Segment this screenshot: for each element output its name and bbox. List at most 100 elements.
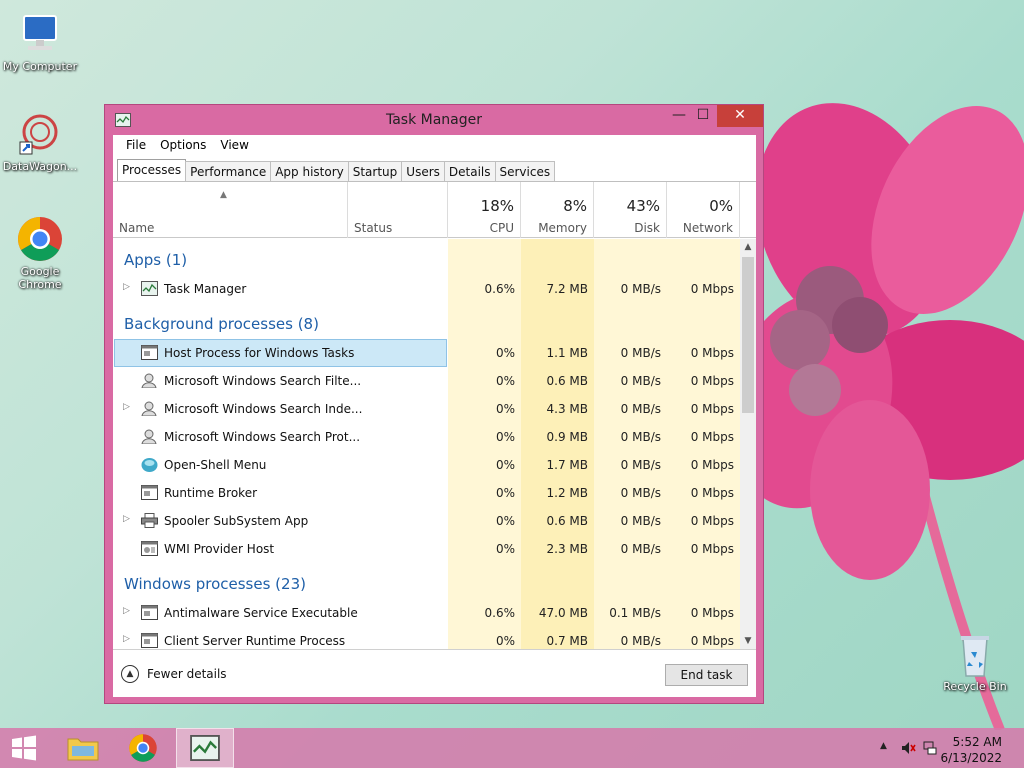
search-user-icon [141,429,158,445]
memory-value: 0.6 MB [546,514,588,528]
desktop-icon-datawagon[interactable]: DataWagon... [0,110,80,173]
disk-value: 0.1 MB/s [609,606,661,620]
column-status[interactable]: Status [348,182,448,238]
title-bar[interactable]: Task Manager — ☐ ✕ [105,105,763,135]
expand-chevron-icon[interactable]: ▷ [123,514,130,524]
network-icon[interactable] [922,740,938,756]
table-row[interactable]: 0% 0.9 MB 0 MB/s 0 Mbps Microsoft Windows Se… [113,423,740,451]
expand-chevron-icon[interactable]: ▷ [123,282,130,292]
network-value: 0 Mbps [690,486,734,500]
table-row[interactable]: 0% 0.7 MB 0 MB/s 0 Mbps ▷ Client Server Runti… [113,627,740,649]
desktop-icon-recycle-bin[interactable]: Recycle Bin [935,630,1015,693]
table-row[interactable]: 0% 4.3 MB 0 MB/s 0 Mbps ▷ Microsoft Windows S… [113,395,740,423]
tab-startup[interactable]: Startup [347,161,403,181]
cpu-value: 0% [495,458,515,472]
process-name: Spooler SubSystem App [164,514,309,528]
close-button[interactable]: ✕ [717,105,763,127]
disk-value: 0 MB/s [620,430,661,444]
network-value: 0 Mbps [690,430,734,444]
scroll-up-icon[interactable]: ▲ [740,239,756,255]
process-name: Runtime Broker [164,486,258,500]
cpu-cell [448,563,521,599]
chevron-up-icon[interactable]: ▲ [121,665,139,683]
table-row[interactable]: 0% 1.1 MB 0 MB/s 0 Mbps Host Process for Win… [113,339,740,367]
disk-cell [594,303,667,339]
cpu-cell: 0% [448,451,521,479]
start-button[interactable] [0,728,48,768]
process-name: Open-Shell Menu [164,458,267,472]
expand-chevron-icon[interactable]: ▷ [123,402,130,412]
network-cell: 0 Mbps [667,367,740,395]
cpu-value: 0% [495,634,515,648]
disk-cell: 0 MB/s [594,627,667,649]
column-memory[interactable]: 8% Memory [521,182,594,238]
expand-chevron-icon[interactable]: ▷ [123,606,130,616]
expand-chevron-icon[interactable]: ▷ [123,634,130,644]
group-header[interactable]: Apps (1) [113,239,740,275]
tab-processes[interactable]: Processes [117,159,187,181]
table-row[interactable]: 0.6% 7.2 MB 0 MB/s 0 Mbps ▷ Task Manager [113,275,740,303]
cpu-cell: 0% [448,535,521,563]
cpu-value: 0% [495,374,515,388]
cpu-cell: 0% [448,479,521,507]
column-network[interactable]: 0% Network [667,182,740,238]
cpu-cell: 0.6% [448,599,521,627]
scroll-thumb[interactable] [742,257,754,413]
process-name: Microsoft Windows Search Prot... [164,430,361,444]
table-row[interactable]: 0.6% 47.0 MB 0.1 MB/s 0 Mbps ▷ Antimalware Se… [113,599,740,627]
desktop-icon-label: DataWagon... [2,160,78,173]
disk-value: 0 MB/s [620,402,661,416]
computer-icon [16,10,64,58]
volume-muted-icon[interactable] [900,740,916,756]
table-row[interactable]: 0% 0.6 MB 0 MB/s 0 Mbps Microsoft Windows Se… [113,367,740,395]
table-row[interactable]: 0% 2.3 MB 0 MB/s 0 Mbps WMI Provider Host [113,535,740,563]
desktop-icon-my-computer[interactable]: My Computer [0,10,80,73]
taskbar-chrome[interactable] [114,728,172,768]
menu-file[interactable]: File [119,138,153,152]
cpu-cell: 0% [448,507,521,535]
task-manager-window[interactable]: Task Manager — ☐ ✕ File Options View Pro… [104,104,764,704]
clock[interactable]: 5:52 AM 6/13/2022 [940,734,1002,766]
chevron-up-icon[interactable]: ▲ [880,741,887,751]
table-row[interactable]: 0% 1.2 MB 0 MB/s 0 Mbps Runtime Broker [113,479,740,507]
network-cell [667,239,740,275]
group-header[interactable]: Windows processes (23) [113,563,740,599]
column-name[interactable]: Name [113,182,348,238]
table-row[interactable]: 0% 0.6 MB 0 MB/s 0 Mbps ▷ Spooler SubSystem A… [113,507,740,535]
network-cell [667,303,740,339]
group-header[interactable]: Background processes (8) [113,303,740,339]
column-status-label: Status [354,221,393,235]
process-list[interactable]: Apps (1) 0.6% 7.2 MB 0 MB/s 0 Mbps ▷ Task Mana… [113,239,740,649]
taskbar-file-explorer[interactable] [54,728,112,768]
tab-services[interactable]: Services [494,161,556,181]
scroll-down-icon[interactable]: ▼ [740,633,756,649]
tab-users[interactable]: Users [401,161,445,181]
maximize-button[interactable]: ☐ [691,105,715,127]
network-cell: 0 Mbps [667,535,740,563]
menu-view[interactable]: View [213,138,255,152]
column-cpu[interactable]: 18% CPU [448,182,521,238]
column-disk[interactable]: 43% Disk [594,182,667,238]
desktop-icon-google-chrome[interactable]: Google Chrome [0,215,80,291]
network-cell: 0 Mbps [667,479,740,507]
cpu-value: 0.6% [484,606,516,620]
tab-app-history[interactable]: App history [270,161,349,181]
table-row[interactable]: 0% 1.7 MB 0 MB/s 0 Mbps Open-Shell Menu [113,451,740,479]
group-title: Windows processes (23) [124,575,306,593]
network-cell: 0 Mbps [667,507,740,535]
tab-strip: Processes Performance App history Startu… [117,159,556,181]
minimize-button[interactable]: — [667,105,691,127]
network-cell: 0 Mbps [667,451,740,479]
end-task-button[interactable]: End task [665,664,748,686]
menu-options[interactable]: Options [153,138,213,152]
disk-value: 0 MB/s [620,458,661,472]
disk-cell: 0 MB/s [594,339,667,367]
taskbar-task-manager[interactable] [176,728,234,768]
network-value: 0 Mbps [690,282,734,296]
tab-performance[interactable]: Performance [185,161,272,181]
network-value: 0 Mbps [690,374,734,388]
tab-details[interactable]: Details [443,161,496,181]
fewer-details-link[interactable]: Fewer details [147,667,227,681]
cpu-cell: 0% [448,339,521,367]
vertical-scrollbar[interactable]: ▲ ▼ [740,239,756,649]
